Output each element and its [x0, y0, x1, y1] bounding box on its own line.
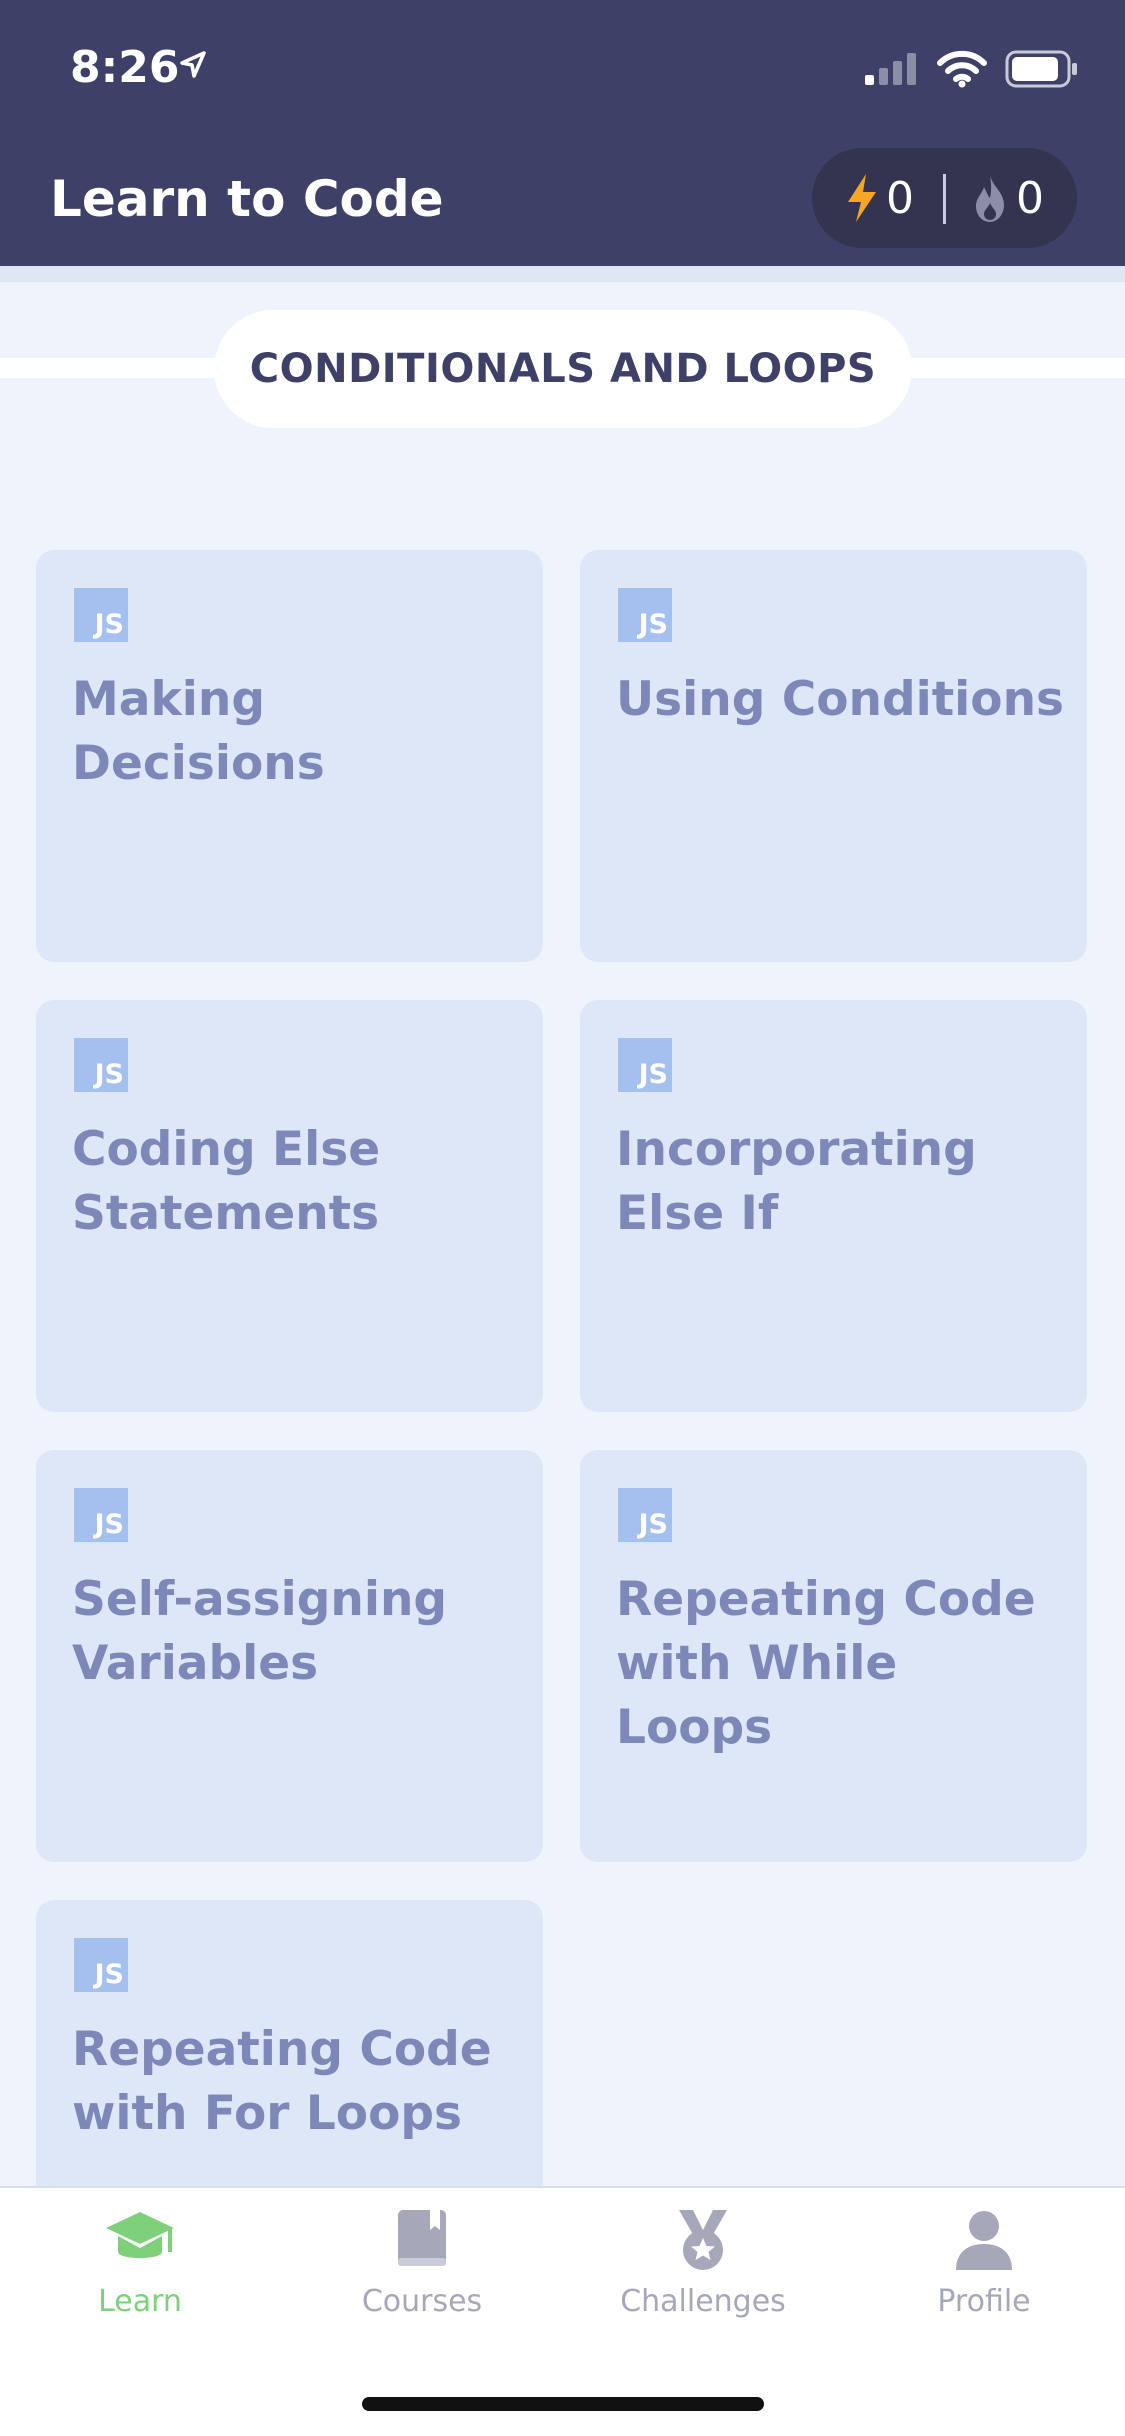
streak-stat: 0	[970, 172, 1044, 224]
tab-label: Challenges	[620, 2284, 786, 2319]
battery-icon	[1005, 50, 1077, 88]
header-shadow	[0, 266, 1125, 282]
wifi-icon	[937, 50, 987, 88]
status-time: 8:26	[70, 42, 180, 93]
js-badge-icon: JS	[618, 1038, 672, 1092]
js-badge-icon: JS	[74, 1488, 128, 1542]
app-title: Learn to Code	[50, 170, 444, 228]
graduation-cap-icon	[106, 2212, 174, 2258]
tab-courses[interactable]: Courses	[322, 2208, 522, 2319]
lesson-title: Repeating Code with For Loops	[72, 2022, 492, 2141]
tab-label: Learn	[98, 2284, 182, 2319]
tab-learn[interactable]: Learn	[40, 2208, 240, 2319]
lesson-card-making-decisions[interactable]: JS Making Decisions	[36, 550, 543, 962]
lesson-card-self-assigning-variables[interactable]: JS Self-assigning Variables	[36, 1450, 543, 1862]
lightning-bolt-icon	[848, 174, 876, 222]
flame-icon	[976, 175, 1004, 222]
tab-challenges[interactable]: Challenges	[603, 2208, 803, 2319]
lesson-title: Repeating Code with While Loops	[616, 1572, 1036, 1755]
section-title: CONDITIONALS AND LOOPS	[214, 310, 912, 428]
tab-profile[interactable]: Profile	[884, 2208, 1084, 2319]
status-icons	[863, 50, 1079, 88]
js-badge-icon: JS	[74, 588, 128, 642]
location-arrow-icon	[180, 51, 206, 78]
stats-pill[interactable]: 0 0	[812, 148, 1077, 248]
home-indicator	[362, 2397, 764, 2411]
js-badge-icon: JS	[74, 1938, 128, 1992]
book-icon	[398, 2210, 446, 2266]
lesson-title: Incorporating Else If	[616, 1122, 977, 1241]
medal-icon	[679, 2210, 727, 2270]
lesson-title: Making Decisions	[72, 672, 325, 791]
stats-divider	[943, 174, 946, 224]
app-header: 8:26 Learn to Code 0 0	[0, 0, 1125, 266]
js-badge-icon: JS	[74, 1038, 128, 1092]
cellular-signal-icon	[865, 53, 916, 85]
lesson-card-incorporating-else-if[interactable]: JS Incorporating Else If	[580, 1000, 1087, 1412]
lesson-card-using-conditions[interactable]: JS Using Conditions	[580, 550, 1087, 962]
streak-count: 0	[1016, 172, 1044, 224]
js-badge-icon: JS	[618, 1488, 672, 1542]
lesson-title: Self-assigning Variables	[72, 1572, 448, 1691]
js-badge-icon: JS	[618, 588, 672, 642]
energy-stat: 0	[844, 172, 914, 224]
tab-label: Courses	[361, 2284, 483, 2319]
person-icon	[956, 2211, 1012, 2270]
lesson-title: Coding Else Statements	[72, 1122, 381, 1241]
energy-count: 0	[886, 172, 914, 224]
lesson-card-while-loops[interactable]: JS Repeating Code with While Loops	[580, 1450, 1087, 1862]
tab-label: Profile	[937, 2284, 1031, 2319]
lesson-title: Using Conditions	[616, 672, 1065, 727]
lesson-card-coding-else-statements[interactable]: JS Coding Else Statements	[36, 1000, 543, 1412]
